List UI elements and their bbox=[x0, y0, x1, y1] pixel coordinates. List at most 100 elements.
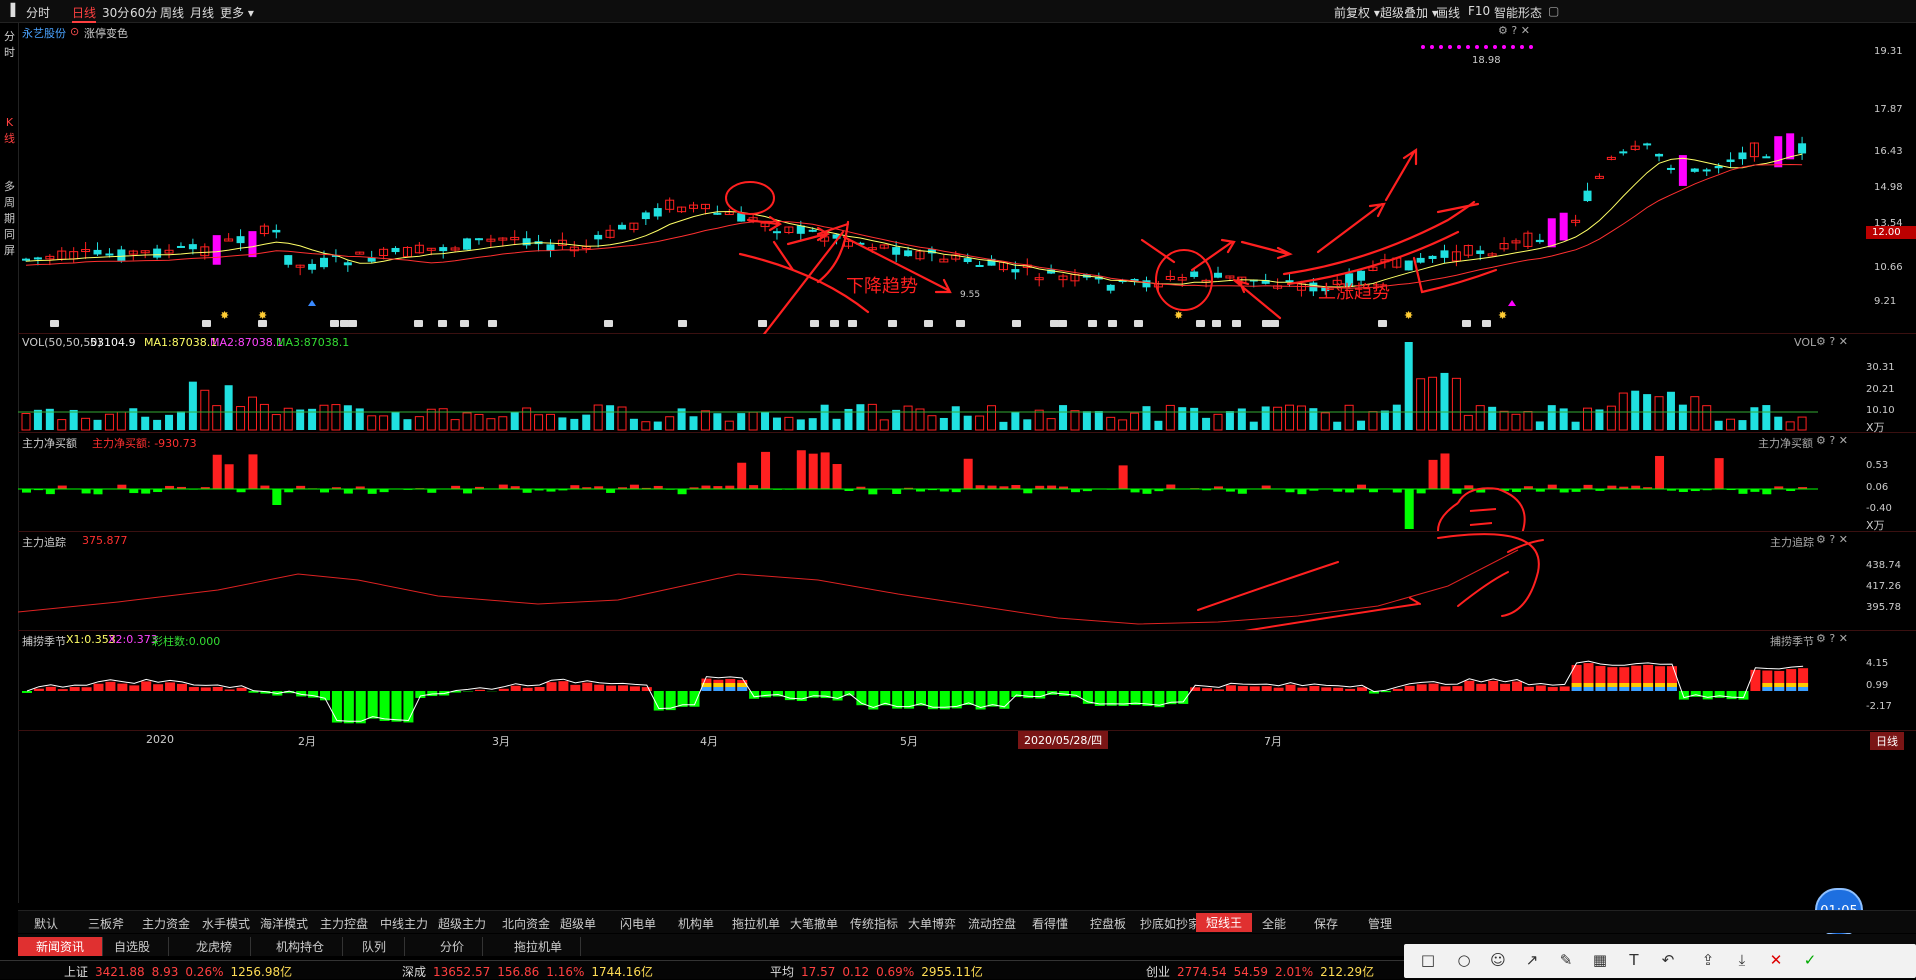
volume-bar bbox=[237, 407, 245, 430]
indicator-tab[interactable]: 拖拉机单 bbox=[732, 915, 780, 932]
rectangle-tool-icon[interactable]: □ bbox=[1418, 950, 1438, 970]
download-icon[interactable]: ⤓ bbox=[1732, 950, 1752, 970]
indicator-tab[interactable]: 闪电单 bbox=[620, 915, 656, 932]
emoji-tool-icon[interactable]: ☺ bbox=[1488, 950, 1508, 970]
track-line bbox=[18, 550, 1518, 624]
season-color-bar bbox=[1584, 683, 1594, 687]
volume-bar bbox=[1536, 421, 1544, 430]
indicator-tab[interactable]: 主力控盘 bbox=[320, 915, 368, 932]
event-marker bbox=[956, 320, 965, 327]
season-bar bbox=[1727, 691, 1737, 699]
news-tab[interactable]: 分价 bbox=[422, 937, 483, 956]
news-tab[interactable]: 机构持仓 bbox=[258, 937, 343, 956]
indicator-tab[interactable]: 看得懂 bbox=[1032, 915, 1068, 932]
volume-bar bbox=[1083, 411, 1091, 430]
season-color-bar bbox=[701, 687, 711, 691]
arrow-tool-icon[interactable]: ↗ bbox=[1522, 950, 1542, 970]
netbuy-bar bbox=[1393, 489, 1402, 492]
netbuy-tick: 0.06 bbox=[1866, 482, 1888, 493]
index-quote[interactable]: 平均17.570.120.69%2955.11亿 bbox=[770, 963, 990, 980]
volume-bar bbox=[1750, 407, 1758, 430]
tab-weekly[interactable]: 周线 bbox=[160, 4, 184, 21]
index-quote[interactable]: 上证3421.888.930.26%1256.98亿 bbox=[64, 963, 299, 980]
candle-body bbox=[594, 235, 602, 239]
undo-icon[interactable]: ↶ bbox=[1658, 950, 1678, 970]
candle-body bbox=[475, 238, 483, 240]
close-icon[interactable]: ✕ bbox=[1766, 950, 1786, 970]
star-event-icon: ✸ bbox=[1174, 309, 1183, 322]
indicator-tab[interactable]: 保存 bbox=[1314, 915, 1338, 932]
nav-kline[interactable]: K线 bbox=[3, 115, 16, 147]
news-tab[interactable]: 自选股 bbox=[96, 937, 169, 956]
volume-bar bbox=[892, 410, 900, 430]
indicator-tab[interactable]: 超级单 bbox=[560, 915, 596, 932]
share-icon[interactable]: ⇪ bbox=[1698, 950, 1718, 970]
index-pct: 0.69% bbox=[876, 965, 914, 979]
indicator-tab[interactable]: 默认 bbox=[34, 915, 58, 932]
indicator-tab[interactable]: 中线主力 bbox=[380, 915, 428, 932]
indicator-tab[interactable]: 海洋模式 bbox=[260, 915, 308, 932]
volume-bar bbox=[1011, 412, 1019, 430]
indicator-tab[interactable]: 控盘板 bbox=[1090, 915, 1126, 932]
nav-multi-period[interactable]: 多周期同屏 bbox=[3, 179, 16, 259]
mosaic-tool-icon[interactable]: ▦ bbox=[1590, 950, 1610, 970]
track-chart bbox=[18, 532, 1866, 630]
news-tab[interactable]: 队列 bbox=[344, 937, 405, 956]
volume-bar bbox=[1417, 379, 1425, 430]
candle-body bbox=[523, 238, 531, 245]
candle-body bbox=[463, 238, 471, 249]
pen-tool-icon[interactable]: ✎ bbox=[1556, 950, 1576, 970]
nav-intraday[interactable]: 分时 bbox=[3, 29, 16, 61]
indicator-tab[interactable]: 全能 bbox=[1262, 915, 1286, 932]
circle-tool-icon[interactable]: ○ bbox=[1454, 950, 1474, 970]
indicator-tab[interactable]: 管理 bbox=[1368, 915, 1392, 932]
netbuy-bar bbox=[46, 489, 55, 494]
news-tab[interactable]: 新闻资讯 bbox=[18, 937, 103, 956]
smart-pattern-button[interactable]: 智能形态 bbox=[1494, 4, 1542, 21]
confirm-icon[interactable]: ✓ bbox=[1800, 950, 1820, 970]
tab-monthly[interactable]: 月线 bbox=[190, 4, 214, 21]
indicator-tab[interactable]: 流动控盘 bbox=[968, 915, 1016, 932]
draw-line-button[interactable]: 画线 bbox=[1436, 4, 1460, 21]
indicator-tab[interactable]: 短线王 bbox=[1196, 913, 1252, 932]
tab-daily[interactable]: 日线 bbox=[72, 4, 96, 23]
indicator-tab[interactable]: 大笔撤单 bbox=[790, 915, 838, 932]
news-tab[interactable]: 龙虎榜 bbox=[178, 937, 251, 956]
text-tool-icon[interactable]: T bbox=[1624, 950, 1644, 970]
news-tab[interactable]: 拖拉机单 bbox=[496, 937, 581, 956]
volume-bar bbox=[1274, 407, 1282, 430]
adjust-dropdown[interactable]: 前复权 ▾ bbox=[1334, 4, 1380, 21]
index-quote[interactable]: 深成13652.57156.861.16%1744.16亿 bbox=[402, 963, 660, 980]
indicator-tab[interactable]: 水手模式 bbox=[202, 915, 250, 932]
candle-body bbox=[34, 257, 42, 259]
index-chg: 8.93 bbox=[152, 965, 179, 979]
indicator-tab[interactable]: 超级主力 bbox=[438, 915, 486, 932]
netbuy-bar bbox=[1262, 486, 1271, 489]
f10-button[interactable]: F10 bbox=[1468, 4, 1490, 18]
price-tick: 16.43 bbox=[1874, 146, 1903, 157]
tab-60min[interactable]: 60分 bbox=[130, 4, 157, 21]
indicator-tab[interactable]: 主力资金 bbox=[142, 915, 190, 932]
indicator-tab[interactable]: 北向资金 bbox=[502, 915, 550, 932]
season-color-bar bbox=[1572, 683, 1582, 687]
index-name: 创业 bbox=[1146, 965, 1170, 979]
tab-more[interactable]: 更多 ▾ bbox=[220, 4, 254, 21]
overlay-dropdown[interactable]: 超级叠加 ▾ bbox=[1380, 4, 1438, 21]
candle-body bbox=[964, 258, 972, 262]
netbuy-bar bbox=[630, 485, 639, 489]
indicator-tab[interactable]: 大单博弈 bbox=[908, 915, 956, 932]
indicator-tab[interactable]: 机构单 bbox=[678, 915, 714, 932]
sidebar-toggle-icon[interactable]: ▐ bbox=[6, 3, 15, 17]
indicator-tab[interactable]: 传统指标 bbox=[850, 915, 898, 932]
indicator-tab[interactable]: 三板斧 bbox=[88, 915, 124, 932]
volume-bar bbox=[451, 420, 459, 430]
index-quote[interactable]: 创业2774.5454.592.01%212.29亿 bbox=[1146, 963, 1381, 980]
vol-chart bbox=[18, 334, 1866, 432]
index-name: 上证 bbox=[64, 965, 88, 979]
minimize-icon[interactable]: ▢ bbox=[1548, 4, 1559, 18]
candle-body bbox=[1476, 250, 1484, 254]
hand-drawn-annotation bbox=[1438, 534, 1539, 616]
tab-30min[interactable]: 30分 bbox=[102, 4, 129, 21]
tab-intraday[interactable]: 分时 bbox=[26, 4, 50, 21]
indicator-tab[interactable]: 抄底如抄家 bbox=[1140, 915, 1200, 932]
